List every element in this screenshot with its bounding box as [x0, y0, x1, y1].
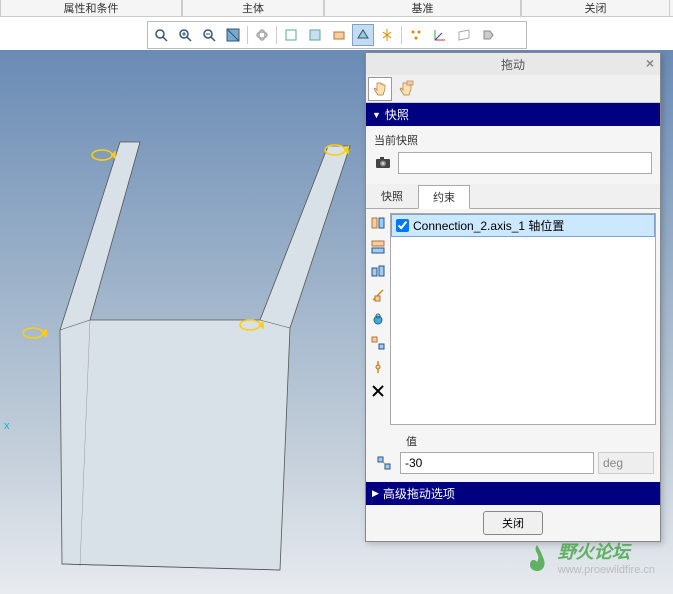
point-display-icon[interactable]	[405, 24, 427, 46]
zoom-fit-icon[interactable]	[150, 24, 172, 46]
dialog-footer: 关闭	[366, 505, 660, 541]
delete-constraint-icon[interactable]	[368, 381, 388, 401]
value-input[interactable]	[400, 452, 594, 474]
model-tree-icon[interactable]	[477, 24, 499, 46]
axis-label-x: x	[4, 420, 10, 432]
zoom-in-icon[interactable]	[174, 24, 196, 46]
camera-icon[interactable]	[374, 153, 392, 174]
zoom-out-icon[interactable]	[198, 24, 220, 46]
ribbon-group[interactable]: 基准	[324, 0, 521, 17]
snapshot-header[interactable]: ▼ 快照	[366, 103, 660, 126]
view-toolbar	[0, 17, 673, 54]
constraint-area: Connection_2.axis_1 轴位置	[366, 209, 660, 429]
ribbon-group[interactable]: 关闭	[521, 0, 670, 17]
constraint-list[interactable]: Connection_2.axis_1 轴位置	[390, 213, 656, 425]
plane-display-icon[interactable]	[453, 24, 475, 46]
dialog-titlebar[interactable]: 拖动 ×	[366, 53, 660, 75]
align-icon[interactable]	[368, 213, 388, 233]
value-label: 值	[372, 433, 654, 449]
value-icon[interactable]	[372, 452, 396, 474]
close-button[interactable]: 关闭	[483, 511, 543, 535]
current-snapshot-label: 当前快照	[374, 132, 652, 148]
ribbon-groups: 属性和条件 主体 基准 关闭	[0, 0, 673, 17]
datum-display-icon[interactable]	[304, 24, 326, 46]
tab-snapshot[interactable]: 快照	[366, 184, 418, 208]
tab-constraint[interactable]: 约束	[418, 185, 470, 209]
unit-display: deg	[598, 452, 654, 474]
drag-dialog: 拖动 × ▼ 快照 当前快照 快照 约束	[365, 52, 661, 542]
ribbon-group[interactable]: 属性和条件	[0, 0, 182, 17]
drag-select-icon[interactable]	[394, 77, 418, 101]
ground-icon[interactable]	[368, 357, 388, 377]
close-icon[interactable]: ×	[646, 55, 654, 71]
drag-hand-icon[interactable]	[368, 77, 392, 101]
advanced-drag-header[interactable]: ▶ 高级拖动选项	[366, 482, 660, 505]
collapse-icon: ▼	[372, 110, 381, 120]
constraint-checkbox[interactable]	[396, 219, 409, 232]
orient-icon[interactable]	[368, 261, 388, 281]
dialog-title-text: 拖动	[501, 56, 525, 73]
constraint-toolbar	[366, 209, 390, 429]
dialog-tabs: 快照 约束	[366, 184, 660, 209]
dialog-toolbar	[366, 75, 660, 103]
zoom-window-icon[interactable]	[222, 24, 244, 46]
spin-icon[interactable]	[251, 24, 273, 46]
mate-icon[interactable]	[368, 237, 388, 257]
annotation-icon[interactable]	[328, 24, 350, 46]
axis-display-icon[interactable]	[376, 24, 398, 46]
snapshot-name-input[interactable]	[398, 152, 652, 174]
enable-disable-icon[interactable]	[368, 333, 388, 353]
value-section: 值 deg	[366, 429, 660, 482]
body-lock-icon[interactable]	[368, 309, 388, 329]
expand-icon: ▶	[372, 488, 379, 499]
constraint-label: Connection_2.axis_1 轴位置	[413, 217, 564, 234]
ribbon-group[interactable]: 主体	[182, 0, 324, 17]
constraint-item[interactable]: Connection_2.axis_1 轴位置	[391, 214, 655, 237]
snapshot-section: 当前快照	[366, 126, 660, 184]
csys-display-icon[interactable]	[429, 24, 451, 46]
motion-axis-icon[interactable]	[368, 285, 388, 305]
display-style-icon[interactable]	[280, 24, 302, 46]
render-icon[interactable]	[352, 24, 374, 46]
